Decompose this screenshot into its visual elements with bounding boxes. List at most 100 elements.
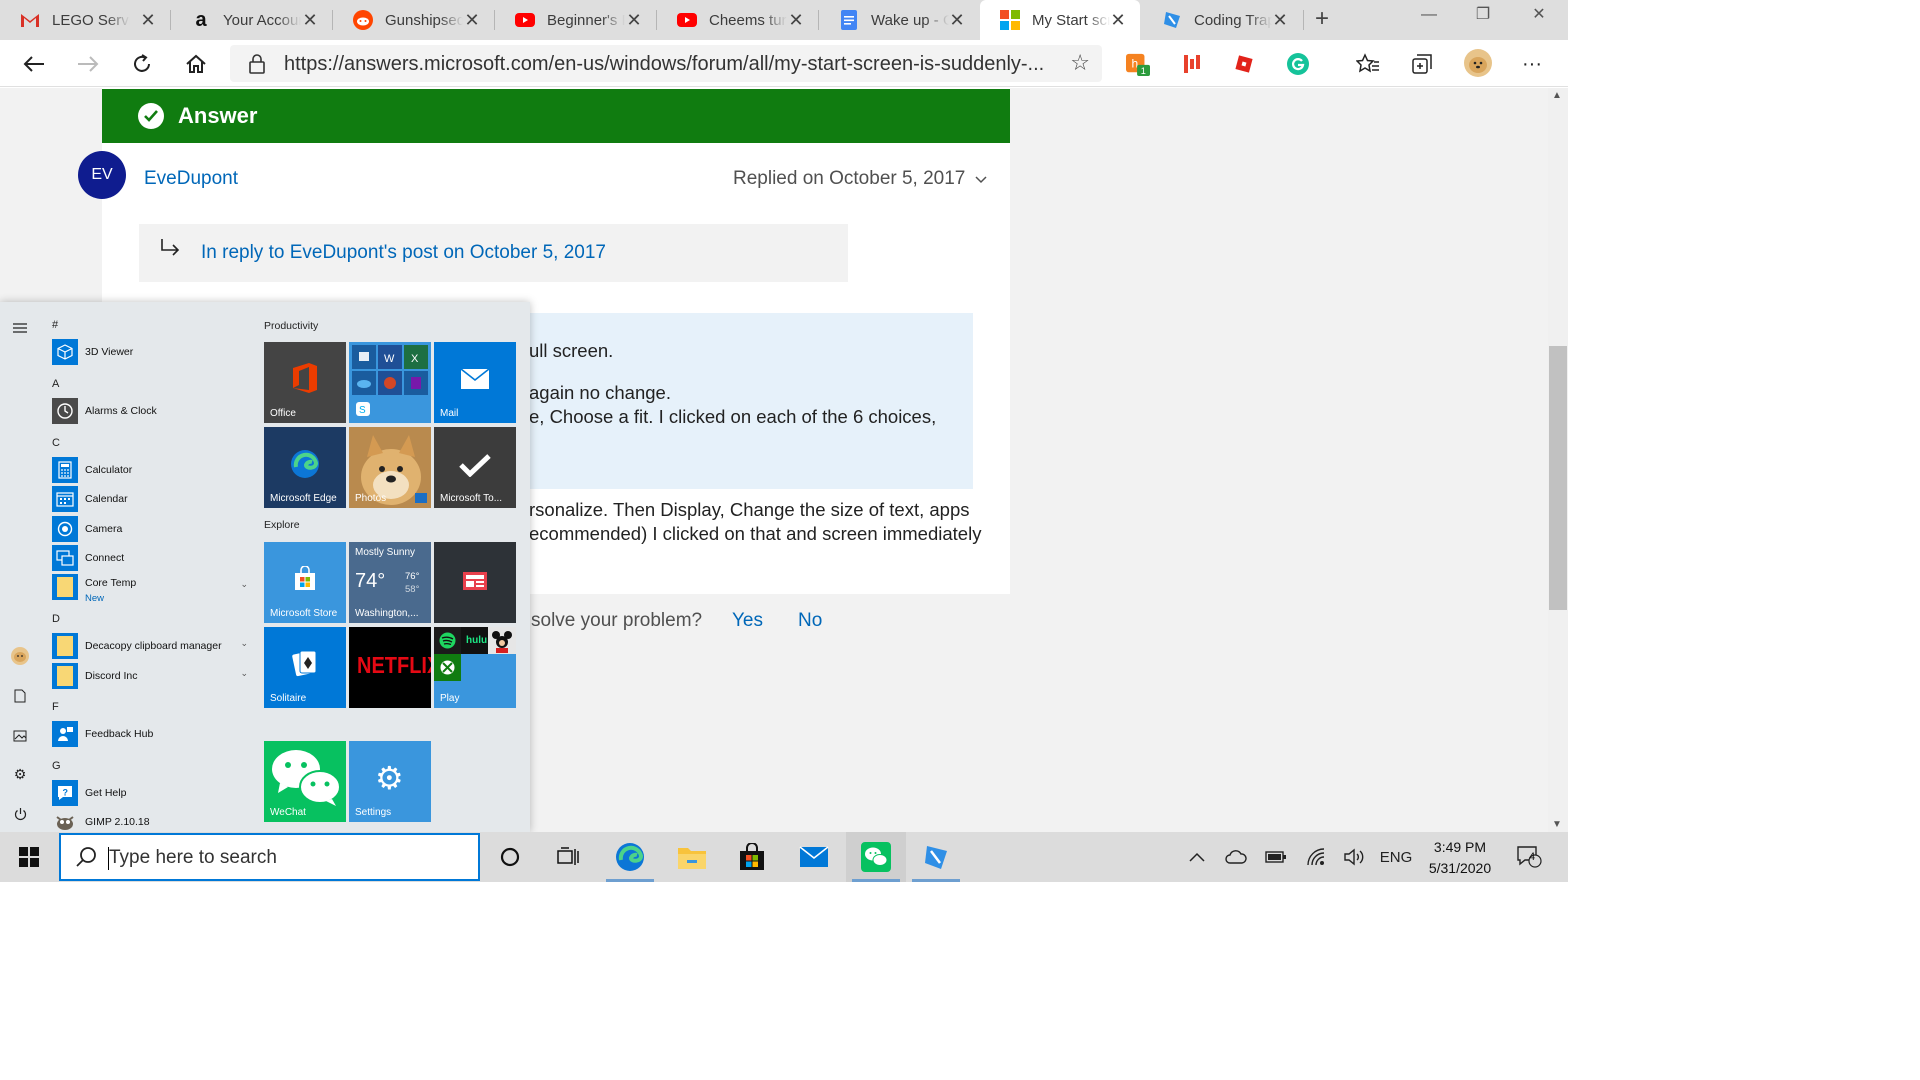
app-core-temp[interactable]: Core Temp New ⌄ <box>52 574 248 604</box>
new-tab-button[interactable]: + <box>1308 4 1336 34</box>
letter-header[interactable]: D <box>52 613 60 625</box>
refresh-button[interactable] <box>124 46 160 82</box>
taskbar-search-box[interactable] <box>59 833 480 881</box>
group-label-productivity[interactable]: Productivity <box>264 320 318 332</box>
app-camera[interactable]: Camera <box>52 516 248 542</box>
extension-bars-icon[interactable] <box>1180 52 1204 76</box>
taskbar-coding-trap[interactable] <box>906 832 966 882</box>
taskbar-edge[interactable] <box>600 832 660 882</box>
close-icon[interactable]: ✕ <box>947 10 967 30</box>
group-label-explore[interactable]: Explore <box>264 519 300 531</box>
close-icon[interactable]: ✕ <box>138 10 158 30</box>
tab-coding-trap[interactable]: Coding Trap ✕ <box>1142 0 1302 40</box>
letter-header[interactable]: # <box>52 319 58 331</box>
app-gimp[interactable]: GIMP 2.10.18 <box>52 809 248 832</box>
letter-header[interactable]: G <box>52 760 61 772</box>
home-button[interactable] <box>178 46 214 82</box>
app-connect[interactable]: Connect <box>52 545 248 571</box>
lock-icon[interactable] <box>248 53 266 80</box>
tab-gunshipsequel[interactable]: Gunshipsequel ✕ <box>333 0 494 40</box>
close-window-button[interactable]: ✕ <box>1512 0 1566 32</box>
onedrive-cloud-icon[interactable] <box>1224 846 1248 868</box>
task-view-button[interactable] <box>538 832 598 882</box>
url-text[interactable]: https://answers.microsoft.com/en-us/wind… <box>284 53 1054 76</box>
more-menu-icon[interactable]: ··· <box>1520 52 1544 76</box>
tile-play-folder[interactable]: hulu Play <box>434 627 516 708</box>
taskbar-wechat[interactable] <box>846 832 906 882</box>
letter-header[interactable]: A <box>52 378 59 390</box>
wifi-icon[interactable] <box>1304 846 1328 868</box>
close-icon[interactable]: ✕ <box>462 10 482 30</box>
favorites-icon[interactable] <box>1356 52 1380 76</box>
profile-avatar[interactable] <box>1464 49 1492 77</box>
taskbar-microsoft-store[interactable] <box>722 832 782 882</box>
app-feedback-hub[interactable]: Feedback Hub <box>52 721 248 747</box>
author-name-link[interactable]: EveDupont <box>144 168 238 190</box>
tile-solitaire[interactable]: Solitaire <box>264 627 346 708</box>
chevron-down-icon[interactable]: ⌄ <box>240 638 248 649</box>
app-calendar[interactable]: Calendar <box>52 486 248 512</box>
favorite-star-icon[interactable]: ☆ <box>1070 50 1090 76</box>
helpful-no-button[interactable]: No <box>798 610 822 632</box>
chevron-down-icon[interactable]: ⌄ <box>240 668 248 679</box>
cortana-button[interactable] <box>480 832 540 882</box>
in-reply-to-link[interactable]: In reply to EveDupont's post on October … <box>201 242 606 264</box>
close-icon[interactable]: ✕ <box>300 10 320 30</box>
address-bar[interactable]: https://answers.microsoft.com/en-us/wind… <box>230 45 1102 82</box>
letter-header[interactable]: C <box>52 437 60 449</box>
grammarly-icon[interactable] <box>1286 52 1310 76</box>
forward-button[interactable] <box>70 46 106 82</box>
settings-gear-icon[interactable]: ⚙ <box>10 764 30 784</box>
app-alarms-clock[interactable]: Alarms & Clock <box>52 398 248 424</box>
scrollbar-thumb[interactable] <box>1549 346 1567 610</box>
tile-office[interactable]: Office <box>264 342 346 423</box>
minimize-button[interactable]: — <box>1402 0 1456 32</box>
close-icon[interactable]: ✕ <box>786 10 806 30</box>
tile-netflix[interactable]: NETFLIX <box>349 627 431 708</box>
author-avatar[interactable]: EV <box>78 151 126 199</box>
pictures-icon[interactable] <box>10 726 30 746</box>
app-decacopy[interactable]: Decacopy clipboard manager ⌄ <box>52 633 248 659</box>
tile-microsoft-todo[interactable]: Microsoft To... <box>434 427 516 508</box>
collections-icon[interactable] <box>1410 52 1434 76</box>
tile-wechat[interactable]: WeChat <box>264 741 346 822</box>
tab-lego-service[interactable]: LEGO Service ✕ <box>0 0 170 40</box>
scroll-down-arrow-icon[interactable]: ▼ <box>1552 819 1562 830</box>
page-scrollbar[interactable]: ▲ ▼ <box>1548 88 1568 832</box>
tile-office-apps-folder[interactable]: W X S <box>349 342 431 423</box>
letter-header[interactable]: F <box>52 701 59 713</box>
chevron-down-icon[interactable]: ⌄ <box>240 579 248 590</box>
app-get-help[interactable]: ? Get Help <box>52 780 248 806</box>
battery-icon[interactable] <box>1264 846 1288 868</box>
restore-button[interactable]: ❐ <box>1456 0 1510 32</box>
close-icon[interactable]: ✕ <box>1108 10 1128 30</box>
app-calculator[interactable]: Calculator <box>52 457 248 483</box>
documents-icon[interactable] <box>10 686 30 706</box>
tile-mail[interactable]: Mail <box>434 342 516 423</box>
taskbar-file-explorer[interactable] <box>662 832 722 882</box>
app-discord-inc[interactable]: Discord Inc ⌄ <box>52 663 248 689</box>
tab-my-start-screen[interactable]: My Start scre ✕ <box>980 0 1140 40</box>
action-center-button[interactable]: 4 <box>1514 846 1544 868</box>
chevron-down-icon[interactable] <box>975 172 987 187</box>
tab-your-account[interactable]: a Your Account ✕ <box>171 0 332 40</box>
tab-cheems[interactable]: Cheems turn ✕ <box>657 0 818 40</box>
back-button[interactable] <box>16 46 52 82</box>
tab-wake-up[interactable]: Wake up - G ✕ <box>819 0 979 40</box>
app-3d-viewer[interactable]: 3D Viewer <box>52 339 248 365</box>
tab-beginners-r[interactable]: Beginner's R ✕ <box>495 0 656 40</box>
tile-weather[interactable]: Mostly Sunny 74° 76° 58° Washington,... <box>349 542 431 623</box>
close-icon[interactable]: ✕ <box>1270 10 1290 30</box>
start-button[interactable] <box>0 832 58 882</box>
show-hidden-icons-chevron-up-icon[interactable] <box>1186 846 1208 868</box>
extension-honey-icon[interactable]: h1 <box>1126 52 1150 76</box>
search-input[interactable] <box>109 843 469 873</box>
taskbar-mail[interactable] <box>784 832 844 882</box>
close-icon[interactable]: ✕ <box>624 10 644 30</box>
taskbar-clock[interactable]: 3:49 PM 5/31/2020 <box>1418 837 1502 879</box>
extension-roblox-icon[interactable] <box>1232 52 1256 76</box>
user-avatar-icon[interactable] <box>10 646 30 666</box>
tile-news[interactable] <box>434 542 516 623</box>
volume-speaker-icon[interactable] <box>1342 846 1366 868</box>
helpful-yes-button[interactable]: Yes <box>732 610 763 632</box>
